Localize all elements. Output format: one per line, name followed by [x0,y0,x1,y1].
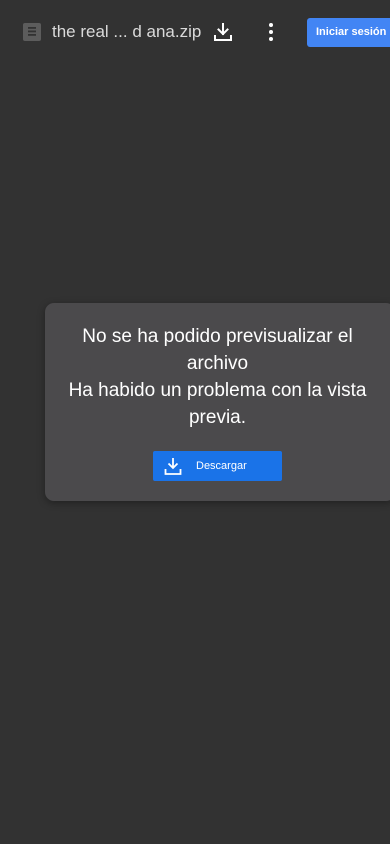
more-vert-icon[interactable] [259,20,283,44]
download-button-label: Descargar [196,460,247,472]
top-bar: the real ... d ana.zip Iniciar sesión [0,0,390,64]
preview-error-title: No se ha podido previsualizar el archivo [82,326,353,374]
document-icon [23,23,41,41]
download-icon[interactable] [211,20,235,44]
download-button[interactable]: Descargar [153,451,282,481]
preview-error-message: No se ha podido previsualizar el archivo… [57,323,378,431]
file-name: the real ... d ana.zip [52,22,202,41]
preview-error-subtitle: Ha habido un problema con la vista previ… [68,380,367,428]
download-icon [164,458,182,475]
preview-error-card: No se ha podido previsualizar el archivo… [45,303,390,501]
sign-in-button[interactable]: Iniciar sesión [307,18,390,47]
